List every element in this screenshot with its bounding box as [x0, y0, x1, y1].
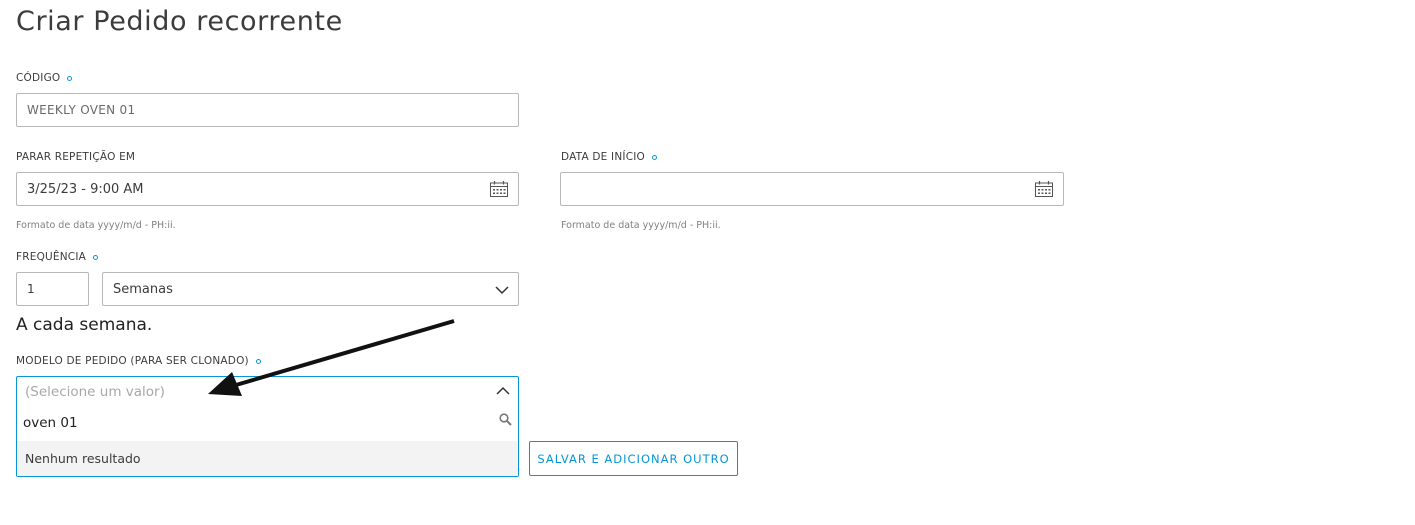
modelo-placeholder: (Selecione um valor) — [25, 384, 165, 400]
codigo-label: CÓDIGO — [16, 72, 73, 84]
calendar-icon[interactable] — [1035, 181, 1053, 197]
chevron-up-icon[interactable] — [496, 386, 510, 396]
modelo-label: MODELO DE PEDIDO (PARA SER CLONADO) — [16, 355, 261, 367]
parar-repeticao-hint: Formato de data yyyy/m/d - PH:ii. — [16, 220, 176, 231]
modelo-no-result: Nenhum resultado — [17, 441, 518, 476]
save-and-add-button[interactable]: SALVAR E ADICIONAR OUTRO — [529, 441, 738, 476]
frequencia-count-field[interactable]: 1 — [16, 272, 89, 306]
page-title: Criar Pedido recorrente — [16, 6, 343, 37]
required-indicator-icon — [93, 254, 99, 260]
modelo-label-text: MODELO DE PEDIDO (PARA SER CLONADO) — [16, 355, 249, 367]
data-inicio-hint: Formato de data yyyy/m/d - PH:ii. — [561, 220, 721, 231]
chevron-down-icon — [495, 286, 509, 295]
required-indicator-icon — [67, 75, 73, 81]
required-indicator-icon — [652, 154, 657, 160]
codigo-field[interactable]: WEEKLY OVEN 01 — [16, 93, 519, 127]
frequencia-label-text: FREQUÊNCIA — [16, 251, 87, 263]
frequencia-count-value: 1 — [27, 282, 35, 296]
frequencia-unit-value: Semanas — [113, 281, 173, 297]
data-inicio-label: DATA DE INÍCIO — [561, 151, 657, 163]
frequencia-unit-select[interactable]: Semanas — [102, 272, 519, 306]
codigo-label-text: CÓDIGO — [16, 72, 61, 84]
codigo-value: WEEKLY OVEN 01 — [27, 103, 136, 117]
search-icon — [499, 413, 512, 426]
parar-repeticao-field[interactable]: 3/25/23 - 9:00 AM — [16, 172, 519, 206]
calendar-icon[interactable] — [490, 181, 508, 197]
parar-repeticao-label-text: PARAR REPETIÇÃO EM — [16, 151, 136, 163]
required-indicator-icon — [255, 358, 261, 364]
parar-repeticao-value: 3/25/23 - 9:00 AM — [27, 181, 144, 197]
frequencia-helper-text: A cada semana. — [16, 315, 153, 335]
parar-repeticao-label: PARAR REPETIÇÃO EM — [16, 151, 135, 163]
data-inicio-label-text: DATA DE INÍCIO — [561, 151, 645, 163]
data-inicio-field[interactable] — [560, 172, 1064, 206]
modelo-search-input[interactable]: oven 01 — [23, 415, 78, 431]
frequencia-label: FREQUÊNCIA — [16, 251, 99, 263]
modelo-dropdown[interactable]: (Selecione um valor) oven 01 Nenhum resu… — [16, 376, 519, 477]
